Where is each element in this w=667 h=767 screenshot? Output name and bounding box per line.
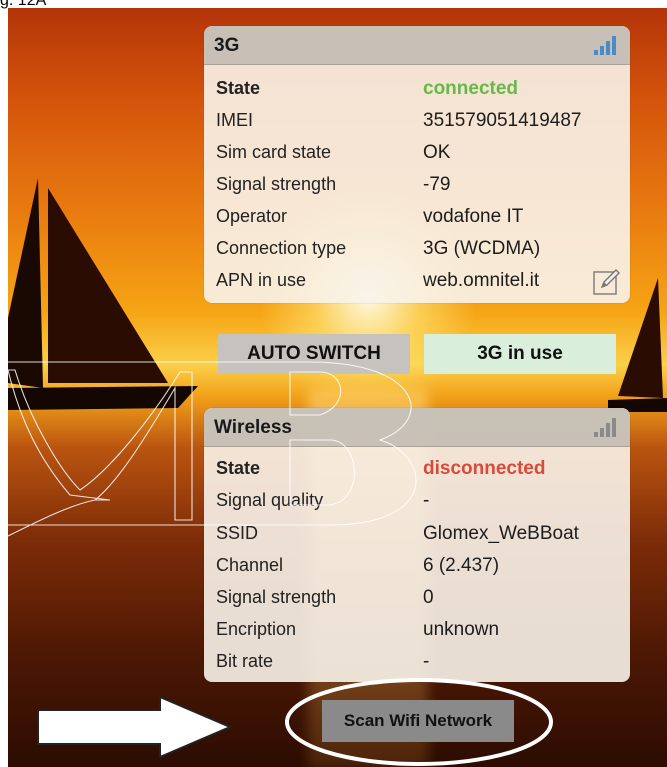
highlight-ellipse xyxy=(285,678,553,766)
watermark-logo xyxy=(0,361,417,541)
annotation-overlay xyxy=(0,361,553,766)
right-arrow-icon xyxy=(37,695,233,759)
